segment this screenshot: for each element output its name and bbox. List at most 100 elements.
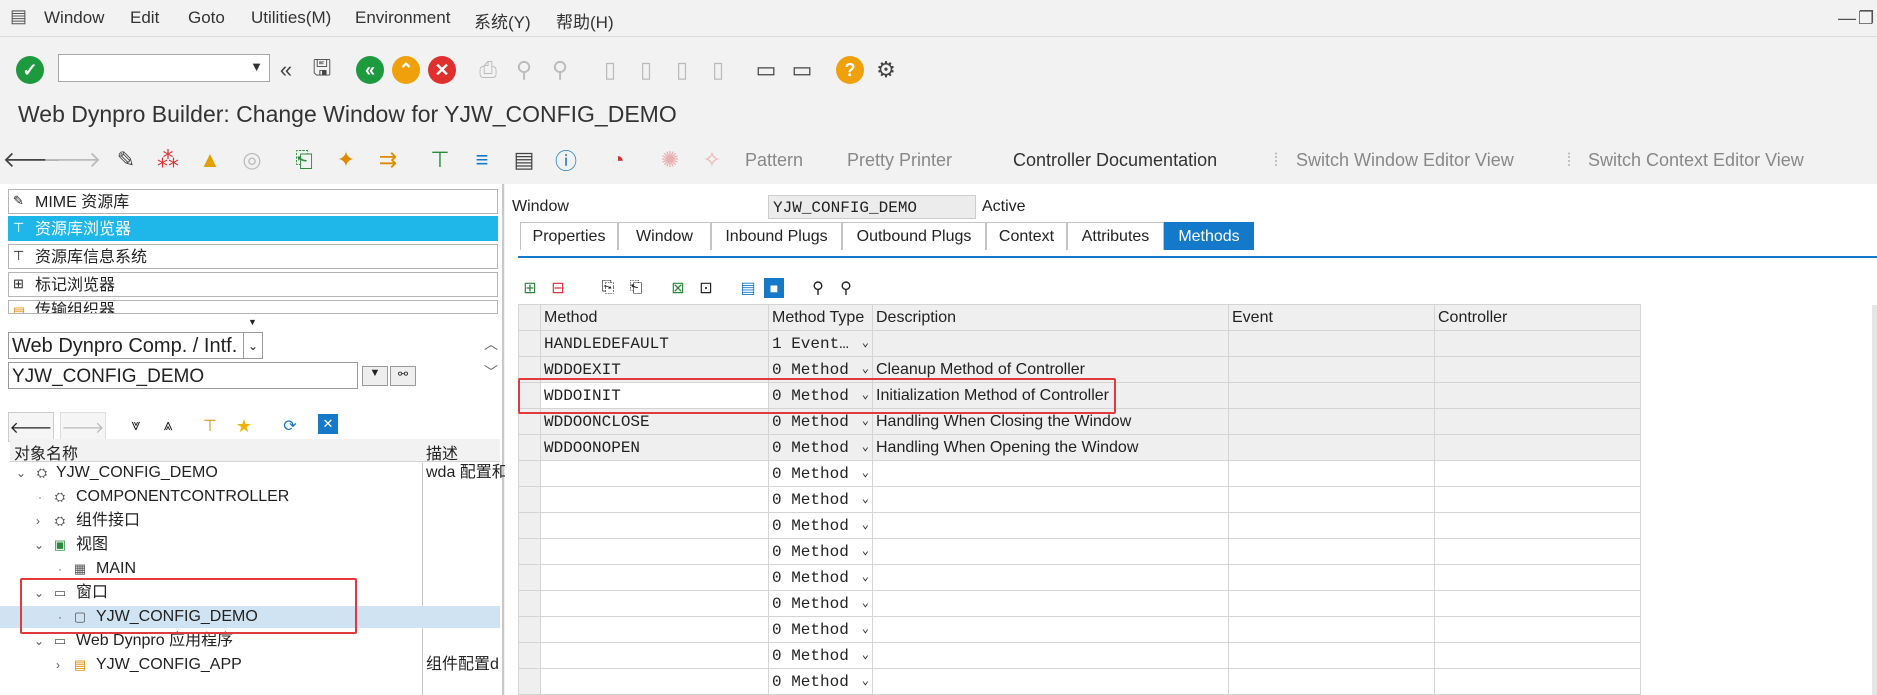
chevron-down-icon[interactable]: ⌄ bbox=[862, 647, 869, 662]
description-cell[interactable] bbox=[872, 538, 1229, 565]
method-type-cell[interactable]: 0 Method ⌄ bbox=[768, 564, 873, 591]
table-row[interactable]: 0 Method ⌄ bbox=[518, 460, 1641, 487]
restore-icon[interactable]: ❐ bbox=[1858, 8, 1874, 29]
enter-icon[interactable]: ✓ bbox=[16, 56, 44, 84]
method-type-cell[interactable]: 0 Method ⌄ bbox=[768, 642, 873, 669]
vertical-scrollbar[interactable] bbox=[1872, 305, 1877, 695]
controller-cell[interactable] bbox=[1434, 486, 1641, 513]
chevron-down-icon[interactable]: ⌄ bbox=[34, 534, 44, 556]
method-cell[interactable] bbox=[540, 460, 769, 487]
refresh-icon[interactable]: ⟳ bbox=[276, 412, 304, 440]
select-all-icon[interactable]: ⊠ bbox=[666, 276, 690, 300]
row-selector[interactable] bbox=[518, 512, 541, 539]
chevron-down-icon[interactable]: ⌄ bbox=[862, 543, 869, 558]
chevron-right-icon[interactable]: › bbox=[56, 654, 60, 676]
create-session-icon[interactable]: ▭ bbox=[752, 56, 780, 84]
nav-repository-browser[interactable]: ⊤ 资源库浏览器 bbox=[8, 216, 498, 241]
method-cell[interactable] bbox=[540, 538, 769, 565]
method-cell[interactable] bbox=[540, 486, 769, 513]
find-icon[interactable]: ⚲ bbox=[806, 276, 830, 300]
find-next-icon[interactable]: ⚲ bbox=[834, 276, 858, 300]
tree-node-component-interface[interactable]: › ⛭ 组件接口 bbox=[0, 510, 500, 532]
nav-mime-repository[interactable]: ✎ MIME 资源库 bbox=[8, 189, 498, 214]
description-cell[interactable] bbox=[872, 460, 1229, 487]
switch-context-editor-button[interactable]: Switch Context Editor View bbox=[1588, 150, 1804, 171]
event-cell[interactable] bbox=[1228, 590, 1435, 617]
tab-attributes[interactable]: Attributes bbox=[1067, 222, 1164, 250]
method-type-cell[interactable]: 0 Method ⌄ bbox=[768, 460, 873, 487]
scroll-down-icon[interactable]: ﹀ bbox=[484, 362, 498, 382]
back-double-icon[interactable]: « bbox=[272, 56, 300, 84]
table-row[interactable]: 0 Method ⌄ bbox=[518, 590, 1641, 617]
cancel-icon[interactable]: ✕ bbox=[428, 56, 456, 84]
navigation-icon[interactable]: ≡ bbox=[468, 146, 496, 174]
back-icon[interactable]: « bbox=[356, 56, 384, 84]
tree-node-main[interactable]: · ▦ MAIN bbox=[0, 558, 500, 580]
event-cell[interactable] bbox=[1228, 564, 1435, 591]
menu-utilities[interactable]: Utilities(M) bbox=[251, 8, 331, 28]
row-selector[interactable] bbox=[518, 330, 541, 357]
expand-all-icon[interactable]: ⩓ bbox=[154, 412, 182, 440]
chevron-down-icon[interactable]: ⌄ bbox=[862, 465, 869, 480]
chevron-down-icon[interactable]: ⌄ bbox=[862, 595, 869, 610]
object-name-input[interactable]: YJW_CONFIG_DEMO bbox=[8, 362, 358, 389]
nav-tag-browser[interactable]: ⊞ 标记浏览器 bbox=[8, 272, 498, 297]
menu-goto[interactable]: Goto bbox=[188, 8, 225, 28]
chevron-down-icon[interactable]: ⌄ bbox=[243, 333, 262, 358]
event-cell[interactable] bbox=[1228, 668, 1435, 695]
menu-help[interactable]: 帮助(H) bbox=[556, 8, 614, 33]
description-cell[interactable] bbox=[872, 512, 1229, 539]
tree-hierarchy-icon[interactable]: ⊤ bbox=[196, 412, 224, 440]
where-used-icon[interactable]: ⇉ bbox=[374, 146, 402, 174]
nav-repository-info-system[interactable]: ⊤ 资源库信息系统 bbox=[8, 244, 498, 269]
tab-context[interactable]: Context bbox=[986, 222, 1067, 250]
table-row[interactable]: 0 Method ⌄ bbox=[518, 642, 1641, 669]
method-type-cell[interactable]: 0 Method ⌄ bbox=[768, 434, 873, 461]
tab-properties[interactable]: Properties bbox=[520, 222, 618, 250]
display-object-list-icon[interactable]: ▤ bbox=[510, 146, 538, 174]
row-selector[interactable] bbox=[518, 486, 541, 513]
tree-node-componentcontroller[interactable]: · ⛭ COMPONENTCONTROLLER bbox=[0, 486, 500, 508]
pattern-button[interactable]: Pattern bbox=[745, 150, 803, 171]
switch-window-editor-button[interactable]: Switch Window Editor View bbox=[1296, 150, 1514, 171]
chart-icon[interactable]: ◔ bbox=[604, 146, 632, 174]
scroll-up-icon[interactable]: ︿ bbox=[484, 334, 498, 354]
other-object-icon[interactable]: ⁂ bbox=[154, 146, 182, 174]
block-icon[interactable]: ■ bbox=[764, 278, 784, 298]
controller-cell[interactable] bbox=[1434, 668, 1641, 695]
menu-system[interactable]: 系统(Y) bbox=[474, 8, 531, 33]
chevron-down-icon[interactable]: ⌄ bbox=[862, 335, 869, 350]
collapse-all-icon[interactable]: ⩔ bbox=[122, 412, 150, 440]
event-cell[interactable] bbox=[1228, 486, 1435, 513]
table-row[interactable]: 0 Method ⌄ bbox=[518, 668, 1641, 695]
deselect-all-icon[interactable]: ⊡ bbox=[694, 276, 718, 300]
description-cell[interactable] bbox=[872, 668, 1229, 695]
help-icon[interactable]: ? bbox=[836, 56, 864, 84]
row-selector[interactable] bbox=[518, 460, 541, 487]
method-cell[interactable] bbox=[540, 668, 769, 695]
tree-node-application[interactable]: › ▤ YJW_CONFIG_APP 组件配置d bbox=[0, 654, 500, 676]
nav-transport-organizer[interactable]: ▤ 传输组织器 bbox=[8, 300, 498, 314]
method-type-cell[interactable]: 0 Method ⌄ bbox=[768, 538, 873, 565]
method-cell[interactable] bbox=[540, 642, 769, 669]
chevron-right-icon[interactable]: › bbox=[36, 510, 40, 532]
tab-window[interactable]: Window bbox=[618, 222, 711, 250]
event-cell[interactable] bbox=[1228, 616, 1435, 643]
menu-environment[interactable]: Environment bbox=[355, 8, 450, 28]
table-row[interactable]: 0 Method ⌄ bbox=[518, 616, 1641, 643]
method-cell[interactable] bbox=[540, 564, 769, 591]
chevron-down-icon[interactable]: ⌄ bbox=[862, 569, 869, 584]
delete-row-icon[interactable]: ⊟ bbox=[546, 276, 570, 300]
display-change-icon[interactable]: ✎ bbox=[112, 146, 140, 174]
method-type-cell[interactable]: 0 Method ⌄ bbox=[768, 668, 873, 695]
tab-methods[interactable]: Methods bbox=[1164, 222, 1254, 250]
favorites-star-icon[interactable]: ★ bbox=[230, 412, 258, 440]
tree-node-component[interactable]: ⌄ ⛭ YJW_CONFIG_DEMO wda 配置和 bbox=[0, 462, 508, 484]
row-selector[interactable] bbox=[518, 668, 541, 695]
description-cell[interactable] bbox=[872, 590, 1229, 617]
method-type-cell[interactable]: 0 Method ⌄ bbox=[768, 590, 873, 617]
copy-icon[interactable]: ⎘ bbox=[596, 276, 620, 300]
event-cell[interactable] bbox=[1228, 538, 1435, 565]
sap-menu-icon[interactable]: ▤ bbox=[10, 6, 27, 27]
table-row[interactable]: WDDOONOPEN 0 Method ⌄ Handling When Openi… bbox=[518, 434, 1641, 461]
